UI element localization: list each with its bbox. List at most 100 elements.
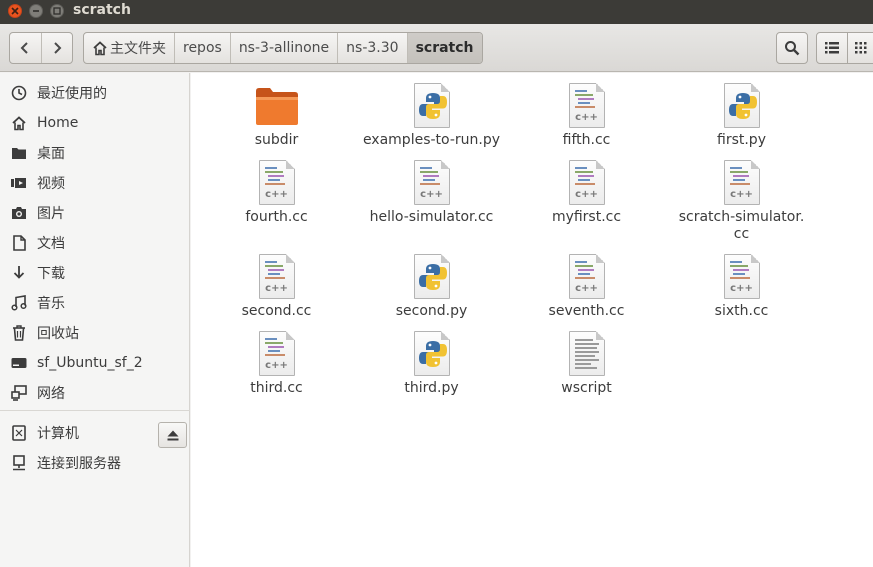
file-grid: subdir examples-to-run.py c++ fifth.cc f… <box>191 73 873 567</box>
search-button[interactable] <box>776 32 808 64</box>
file-name: wscript <box>561 380 612 396</box>
file-item-scratch-simulator-cc[interactable]: c++ scratch-simulator. cc <box>664 158 819 243</box>
sidebar-item-videos[interactable]: 视频 <box>0 169 190 197</box>
file-name: sixth.cc <box>714 303 769 319</box>
camera-icon <box>10 204 28 222</box>
file-item-second-cc[interactable]: c++ second.cc <box>199 252 354 320</box>
close-window-button[interactable] <box>8 4 22 18</box>
video-icon <box>10 174 28 192</box>
breadcrumb-ns-3-allinone[interactable]: ns-3-allinone <box>231 33 339 63</box>
sidebar-item-label: 图片 <box>37 206 65 222</box>
file-name: examples-to-run.py <box>362 132 501 148</box>
file-name: fifth.cc <box>562 132 611 148</box>
file-name: fourth.cc <box>245 209 308 225</box>
sidebar-item-computer[interactable]: 计算机 <box>0 419 190 447</box>
list-view-button[interactable] <box>816 32 848 64</box>
file-item-second-py[interactable]: second.py <box>354 252 509 320</box>
cpp-label: c++ <box>730 189 753 200</box>
file-name: hello-simulator.cc <box>369 209 494 225</box>
cpp-label: c++ <box>265 360 288 371</box>
sidebar-item-label: 最近使用的 <box>37 86 107 102</box>
breadcrumb-ns-3-30[interactable]: ns-3.30 <box>338 33 408 63</box>
file-item-third-py[interactable]: third.py <box>354 329 509 397</box>
drive-icon <box>10 354 28 372</box>
maximize-window-button[interactable] <box>50 4 64 18</box>
breadcrumb-repos[interactable]: repos <box>175 33 231 63</box>
sidebar-item-label: 文档 <box>37 236 65 252</box>
sidebar-item-recent[interactable]: 最近使用的 <box>0 79 190 107</box>
cpp-label: c++ <box>420 189 443 200</box>
breadcrumb-scratch[interactable]: scratch <box>407 33 482 63</box>
grid-view-button[interactable] <box>847 32 873 64</box>
sidebar-item-shared-drive[interactable]: sf_Ubuntu_sf_2 <box>0 349 190 377</box>
cpp-file-icon: c++ <box>563 81 611 129</box>
sidebar-item-trash[interactable]: 回收站 <box>0 319 190 347</box>
cpp-file-icon: c++ <box>718 158 766 206</box>
file-item-fourth-cc[interactable]: c++ fourth.cc <box>199 158 354 226</box>
sidebar-item-label: 下载 <box>37 266 65 282</box>
clock-icon <box>10 84 28 102</box>
sidebar-item-label: 连接到服务器 <box>37 456 121 472</box>
chevron-right-icon <box>54 42 62 54</box>
sidebar-item-label: 音乐 <box>37 296 65 312</box>
file-name: second.cc <box>241 303 312 319</box>
sidebar-item-documents[interactable]: 文档 <box>0 229 190 257</box>
file-item-subdir[interactable]: subdir <box>199 81 354 149</box>
grid-view-icon <box>854 42 866 54</box>
file-item-seventh-cc[interactable]: c++ seventh.cc <box>509 252 664 320</box>
cpp-file-icon: c++ <box>253 329 301 377</box>
search-icon <box>785 41 800 56</box>
toolbar: 主文件夹 repos ns-3-allinone ns-3.30 scratch <box>0 24 873 72</box>
window-titlebar: scratch <box>0 0 873 24</box>
sidebar-item-network[interactable]: 网络 <box>0 379 190 407</box>
home-icon <box>92 40 108 56</box>
cpp-label: c++ <box>730 283 753 294</box>
sidebar-item-label: Home <box>37 115 79 131</box>
minimize-icon <box>33 10 39 12</box>
python-file-icon <box>718 81 766 129</box>
python-file-icon <box>408 81 456 129</box>
cpp-label: c++ <box>575 112 598 123</box>
forward-button[interactable] <box>40 33 72 63</box>
back-button[interactable] <box>10 33 41 63</box>
network-icon <box>10 384 28 402</box>
file-item-wscript[interactable]: wscript <box>509 329 664 397</box>
maximize-icon <box>53 7 61 15</box>
file-item-first-py[interactable]: first.py <box>664 81 819 149</box>
sidebar-item-music[interactable]: 音乐 <box>0 289 190 317</box>
file-item-examples-to-run-py[interactable]: examples-to-run.py <box>354 81 509 149</box>
download-icon <box>10 264 28 282</box>
history-nav <box>9 32 73 64</box>
sidebar-item-connect-server[interactable]: 连接到服务器 <box>0 449 190 477</box>
file-item-fifth-cc[interactable]: c++ fifth.cc <box>509 81 664 149</box>
file-item-sixth-cc[interactable]: c++ sixth.cc <box>664 252 819 320</box>
cpp-file-icon: c++ <box>718 252 766 300</box>
sidebar-item-label: 桌面 <box>37 146 65 162</box>
file-name: third.cc <box>250 380 303 396</box>
file-item-hello-simulator-cc[interactable]: c++ hello-simulator.cc <box>354 158 509 226</box>
cpp-file-icon: c++ <box>563 158 611 206</box>
sidebar-item-pictures[interactable]: 图片 <box>0 199 190 227</box>
breadcrumb-label: 主文件夹 <box>110 41 166 57</box>
file-name: third.py <box>404 380 459 396</box>
file-item-third-cc[interactable]: c++ third.cc <box>199 329 354 397</box>
file-item-myfirst-cc[interactable]: c++ myfirst.cc <box>509 158 664 226</box>
file-name: second.py <box>395 303 468 319</box>
close-icon <box>11 7 19 15</box>
sidebar-item-downloads[interactable]: 下载 <box>0 259 190 287</box>
sidebar-item-label: 网络 <box>37 386 65 402</box>
breadcrumb-home[interactable]: 主文件夹 <box>84 33 175 63</box>
file-name: first.py <box>717 132 766 148</box>
cpp-file-icon: c++ <box>563 252 611 300</box>
python-file-icon <box>408 329 456 377</box>
sidebar-item-home[interactable]: Home <box>0 109 190 137</box>
python-file-icon <box>408 252 456 300</box>
minimize-window-button[interactable] <box>29 4 43 18</box>
sidebar-item-desktop[interactable]: 桌面 <box>0 139 190 167</box>
cpp-label: c++ <box>575 283 598 294</box>
cpp-label: c++ <box>265 283 288 294</box>
file-name: subdir <box>254 132 299 148</box>
file-name: myfirst.cc <box>551 209 622 225</box>
sidebar-item-label: 回收站 <box>37 326 79 342</box>
chevron-left-icon <box>21 42 29 54</box>
